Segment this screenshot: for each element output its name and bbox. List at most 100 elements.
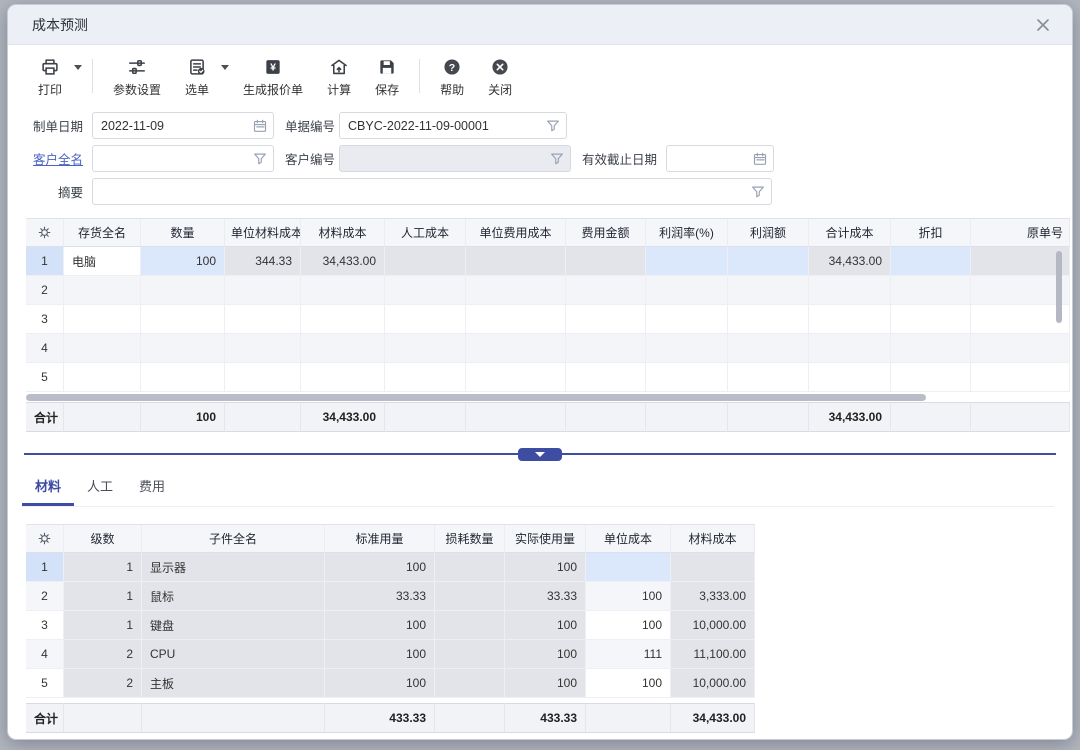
funnel-icon[interactable] — [545, 118, 561, 134]
cell[interactable] — [566, 305, 646, 334]
cell[interactable]: 5 — [26, 363, 64, 392]
cell[interactable] — [385, 363, 466, 392]
cell[interactable]: 433.33 — [325, 703, 435, 733]
help-button[interactable]: ? 帮助 — [440, 57, 464, 98]
cell[interactable] — [466, 276, 566, 305]
cell[interactable]: 100 — [505, 640, 586, 669]
cell[interactable] — [646, 334, 728, 363]
cell[interactable] — [646, 402, 728, 432]
date-field[interactable] — [92, 112, 274, 139]
cell[interactable] — [728, 363, 809, 392]
cell[interactable]: 2 — [64, 640, 142, 669]
cell[interactable]: 4 — [26, 334, 64, 363]
cell[interactable]: 100 — [505, 669, 586, 698]
print-button[interactable]: 打印 — [38, 57, 62, 98]
cell[interactable]: 34,433.00 — [809, 247, 891, 276]
horizontal-scrollbar-thumb[interactable] — [26, 394, 926, 401]
print-dropdown-caret-icon[interactable] — [74, 65, 82, 70]
cell[interactable]: 100 — [505, 611, 586, 640]
cell[interactable]: 33.33 — [325, 582, 435, 611]
funnel-icon[interactable] — [750, 184, 766, 200]
cell[interactable] — [64, 276, 141, 305]
cell[interactable] — [466, 402, 566, 432]
cell[interactable] — [301, 305, 385, 334]
calendar-icon[interactable] — [252, 118, 268, 134]
cell[interactable]: 34,433.00 — [301, 247, 385, 276]
vertical-scrollbar[interactable] — [1056, 249, 1062, 399]
date-input[interactable] — [93, 113, 249, 138]
summary-field[interactable] — [92, 178, 772, 205]
cell[interactable] — [646, 305, 728, 334]
cell[interactable]: 合计 — [26, 402, 64, 432]
cell[interactable] — [566, 247, 646, 276]
cell[interactable] — [646, 363, 728, 392]
cell[interactable] — [586, 553, 671, 582]
cell[interactable]: 34,433.00 — [671, 703, 755, 733]
cell[interactable] — [646, 247, 728, 276]
cell[interactable] — [728, 247, 809, 276]
cell[interactable]: 100 — [325, 669, 435, 698]
cell[interactable]: 显示器 — [142, 553, 325, 582]
cell[interactable] — [141, 276, 225, 305]
cell[interactable]: 合计 — [26, 703, 64, 733]
cell[interactable]: 1 — [64, 611, 142, 640]
cell[interactable]: 100 — [141, 247, 225, 276]
doc-no-field[interactable] — [339, 112, 567, 139]
cell[interactable]: 100 — [325, 553, 435, 582]
cell[interactable] — [466, 363, 566, 392]
tab-labor[interactable]: 人工 — [74, 470, 126, 506]
cell[interactable]: 3,333.00 — [671, 582, 755, 611]
cell[interactable]: 2 — [64, 669, 142, 698]
cell[interactable]: 4 — [26, 640, 64, 669]
cell[interactable] — [225, 276, 301, 305]
cell[interactable] — [435, 669, 505, 698]
cell[interactable]: 1 — [26, 247, 64, 276]
customer-name-link[interactable]: 客户全名 — [26, 149, 83, 168]
cell[interactable] — [809, 363, 891, 392]
cell[interactable] — [566, 276, 646, 305]
calendar-icon[interactable] — [752, 151, 768, 167]
cell[interactable] — [891, 276, 971, 305]
doc-no-input[interactable] — [340, 113, 542, 138]
cell[interactable]: 11,100.00 — [671, 640, 755, 669]
cell[interactable] — [225, 334, 301, 363]
customer-name-field[interactable] — [92, 145, 274, 172]
cell[interactable] — [225, 402, 301, 432]
cell[interactable] — [225, 363, 301, 392]
valid-until-input[interactable] — [667, 146, 749, 171]
cell[interactable]: 电脑 — [64, 247, 141, 276]
cell[interactable]: 3 — [26, 305, 64, 334]
cell[interactable] — [141, 334, 225, 363]
cell[interactable]: 34,433.00 — [301, 402, 385, 432]
save-button[interactable]: 保存 — [375, 57, 399, 98]
pick-dropdown-caret-icon[interactable] — [221, 65, 229, 70]
summary-input[interactable] — [93, 179, 747, 204]
cell[interactable] — [891, 247, 971, 276]
cell[interactable] — [435, 640, 505, 669]
customer-name-input[interactable] — [93, 146, 249, 171]
close-icon[interactable] — [1034, 16, 1052, 34]
cell[interactable]: 1 — [64, 582, 142, 611]
cell[interactable] — [435, 553, 505, 582]
column-settings-button[interactable] — [26, 525, 64, 553]
cell[interactable] — [301, 363, 385, 392]
cell[interactable] — [466, 334, 566, 363]
cell[interactable] — [64, 363, 141, 392]
cell[interactable] — [809, 276, 891, 305]
cell[interactable] — [141, 305, 225, 334]
cell[interactable] — [891, 402, 971, 432]
cell[interactable]: 10,000.00 — [671, 611, 755, 640]
cell[interactable] — [809, 305, 891, 334]
cell[interactable] — [385, 402, 466, 432]
cell[interactable]: 10,000.00 — [671, 669, 755, 698]
cell[interactable] — [728, 334, 809, 363]
cell[interactable] — [671, 553, 755, 582]
cell[interactable]: 主板 — [142, 669, 325, 698]
cell[interactable]: 344.33 — [225, 247, 301, 276]
cell[interactable] — [64, 334, 141, 363]
cell[interactable] — [891, 305, 971, 334]
cell[interactable] — [385, 334, 466, 363]
cell[interactable] — [435, 611, 505, 640]
cell[interactable]: 键盘 — [142, 611, 325, 640]
horizontal-scrollbar[interactable] — [26, 393, 1054, 402]
